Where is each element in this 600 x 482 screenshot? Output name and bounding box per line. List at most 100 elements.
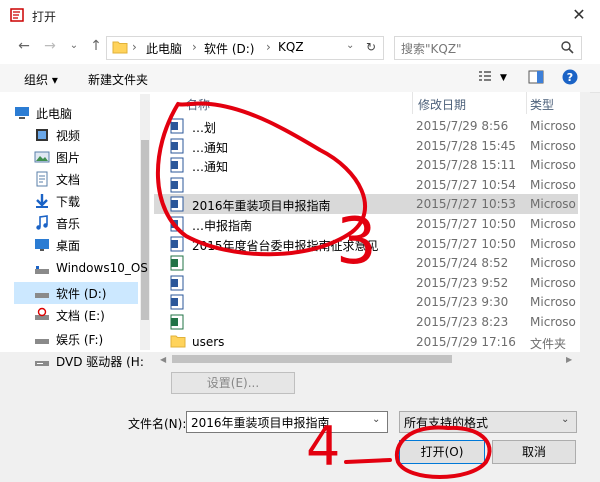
sidebar-item-dvd-drive[interactable]: DVD 驱动器 (H: <box>30 350 170 372</box>
annotation-number-3: 3 <box>336 205 377 279</box>
column-divider <box>526 92 527 114</box>
word-file-icon <box>170 118 184 134</box>
file-name: users <box>192 335 225 349</box>
recent-dropdown-icon[interactable]: ⌄ <box>64 36 84 56</box>
file-date: 2015/7/27 10:50 <box>416 237 516 251</box>
file-date: 2015/7/29 8:56 <box>416 119 509 133</box>
sidebar-item-drive-e[interactable]: 文档 (E:) <box>30 304 170 326</box>
file-name: …通知 <box>192 141 229 155</box>
address-dropdown-icon[interactable]: ⌄ <box>346 40 354 51</box>
filter-dropdown-icon[interactable]: ⌄ <box>561 414 569 425</box>
crumb-separator: › <box>266 40 271 54</box>
file-row[interactable]: 2015/7/23 8:23 Microso <box>154 312 578 332</box>
file-row[interactable]: …通知 2015/7/28 15:45 Microso <box>154 136 578 156</box>
column-header-name[interactable]: 名称 <box>186 96 210 113</box>
folder-icon <box>170 334 186 350</box>
file-row[interactable]: …划 2015/7/29 8:56 Microso <box>154 116 578 136</box>
file-date: 2015/7/23 8:23 <box>416 315 509 329</box>
file-type: Microso <box>530 256 576 270</box>
sidebar-item-drive-f[interactable]: 娱乐 (F:) <box>30 328 170 350</box>
filter-value: 所有支持的格式 <box>404 416 489 430</box>
search-placeholder: 搜索"KQZ" <box>401 42 462 56</box>
file-date: 2015/7/27 10:54 <box>416 178 516 192</box>
word-file-icon <box>170 196 184 212</box>
column-divider <box>412 92 413 114</box>
horizontal-scroll-thumb[interactable] <box>172 355 452 363</box>
sidebar-item-videos[interactable]: 视频 <box>30 124 170 146</box>
sidebar-item-label: 音乐 <box>56 217 81 231</box>
refresh-icon[interactable]: ↻ <box>366 40 376 54</box>
preview-pane-icon[interactable] <box>528 70 544 84</box>
documents-folder-icon <box>34 171 50 187</box>
drive-icon <box>34 331 50 347</box>
file-date: 2015/7/23 9:30 <box>416 295 509 309</box>
file-name: …申报指南 <box>192 219 253 233</box>
breadcrumb-this-pc[interactable]: 此电脑 <box>146 40 182 57</box>
word-file-icon <box>170 275 184 291</box>
scroll-right-icon[interactable]: ▶ <box>566 355 572 364</box>
sidebar-item-label: 文档 <box>56 173 81 187</box>
sidebar-item-documents[interactable]: 文档 <box>30 168 170 190</box>
sidebar-item-pictures[interactable]: 图片 <box>30 146 170 168</box>
file-type: Microso <box>530 178 576 192</box>
window-title: 打开 <box>32 10 57 24</box>
view-dropdown-icon[interactable]: ▼ <box>500 73 507 83</box>
close-icon[interactable]: ✕ <box>568 4 590 26</box>
file-row[interactable]: 2015/7/27 10:54 Microso <box>154 175 578 195</box>
sidebar-item-label: 此电脑 <box>36 107 73 121</box>
scroll-left-icon[interactable]: ◀ <box>160 355 166 364</box>
sidebar-item-this-pc[interactable]: 此电脑 <box>10 102 150 124</box>
file-list-scrollbar[interactable] <box>580 92 590 352</box>
sidebar-item-label: 桌面 <box>56 239 81 253</box>
file-row[interactable]: users 2015/7/29 17:16 文件夹 <box>154 332 578 352</box>
crumb-separator: › <box>132 40 137 54</box>
annotation-underline-4 <box>344 458 392 464</box>
sidebar-item-label: 图片 <box>56 151 81 165</box>
view-options-icon[interactable] <box>478 71 492 83</box>
svg-text:?: ? <box>567 71 573 84</box>
new-folder-button[interactable]: 新建文件夹 <box>88 71 148 88</box>
sidebar-item-downloads[interactable]: 下载 <box>30 190 170 212</box>
file-type: Microso <box>530 158 576 172</box>
file-name: 2016年重装项目申报指南 <box>192 199 331 213</box>
sidebar-item-label: 文档 (E:) <box>56 309 105 323</box>
breadcrumb-drive-d[interactable]: 软件 (D:) <box>204 40 254 57</box>
dvd-icon <box>34 353 50 369</box>
file-date: 2015/7/27 10:50 <box>416 217 516 231</box>
settings-button[interactable]: 设置(E)... <box>171 372 295 394</box>
filename-label: 文件名(N): <box>128 417 187 431</box>
cancel-button[interactable]: 取消 <box>492 440 576 464</box>
word-file-icon <box>170 216 184 232</box>
file-date: 2015/7/29 17:16 <box>416 335 516 349</box>
sidebar-item-drive-d[interactable]: 软件 (D:) <box>14 282 138 304</box>
forward-icon[interactable]: → <box>40 36 60 56</box>
up-icon[interactable]: ↑ <box>86 36 106 56</box>
file-name: …通知 <box>192 160 229 174</box>
filename-dropdown-icon[interactable]: ⌄ <box>372 414 380 425</box>
column-header-type[interactable]: 类型 <box>530 96 554 113</box>
open-button[interactable]: 打开(O) <box>399 440 485 464</box>
file-date: 2015/7/24 8:52 <box>416 256 509 270</box>
title-bar <box>0 0 600 30</box>
search-icon <box>561 41 574 54</box>
back-icon[interactable]: ← <box>14 36 34 56</box>
music-icon <box>34 215 50 231</box>
sidebar-item-desktop[interactable]: 桌面 <box>30 234 170 256</box>
app-icon <box>10 8 24 22</box>
word-file-icon <box>170 157 184 173</box>
file-type: Microso <box>530 295 576 309</box>
video-folder-icon <box>34 127 50 143</box>
column-header-date[interactable]: 修改日期 <box>418 96 466 113</box>
word-file-icon <box>170 236 184 252</box>
sidebar-item-music[interactable]: 音乐 <box>30 212 170 234</box>
file-row[interactable]: …通知 2015/7/28 15:11 Microso <box>154 155 578 175</box>
breadcrumb-kqz[interactable]: KQZ <box>278 40 304 54</box>
organize-button[interactable]: 组织 ▾ <box>24 71 58 88</box>
sidebar-item-label: 下载 <box>56 195 81 209</box>
file-type: Microso <box>530 217 576 231</box>
sidebar-item-windows10-os[interactable]: Windows10_OS <box>30 258 170 280</box>
help-icon[interactable]: ? <box>562 69 578 85</box>
sidebar-item-label: 娱乐 (F:) <box>56 333 104 347</box>
file-type: Microso <box>530 237 576 251</box>
file-row[interactable]: 2015/7/23 9:30 Microso <box>154 292 578 312</box>
